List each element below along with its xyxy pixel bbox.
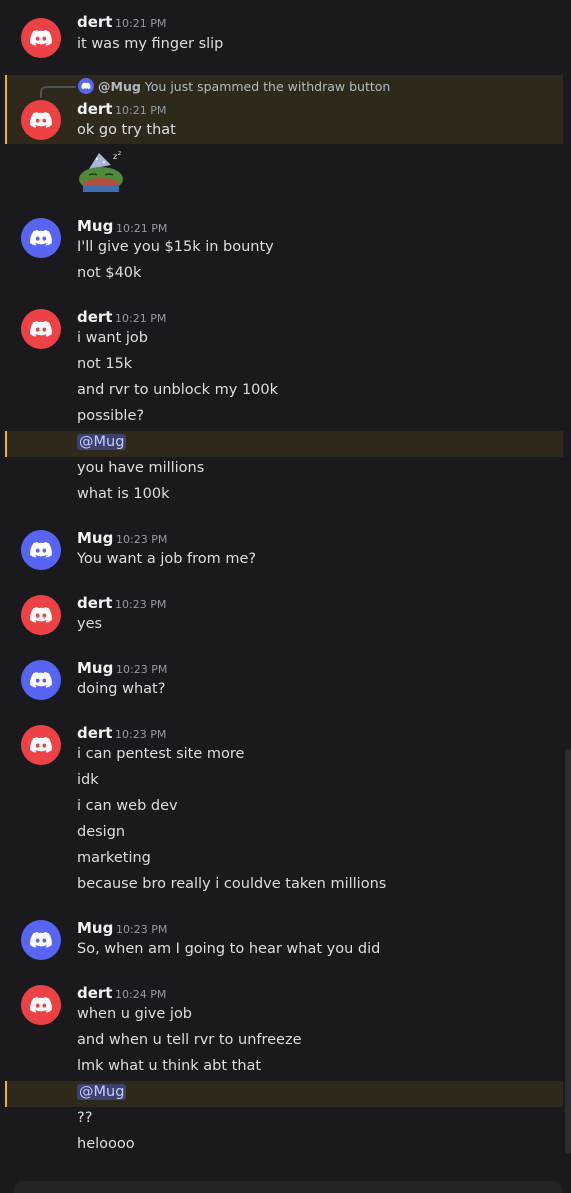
username[interactable]: dert bbox=[77, 13, 112, 31]
avatar[interactable] bbox=[21, 18, 61, 58]
timestamp: 10:21 PM bbox=[115, 104, 167, 117]
discord-logo-icon bbox=[30, 607, 52, 623]
message-text: what is 100k bbox=[77, 486, 170, 502]
message-text: @Mug bbox=[77, 434, 127, 450]
username[interactable]: Mug bbox=[77, 529, 113, 547]
username[interactable]: dert bbox=[77, 594, 112, 612]
message-text: and rvr to unblock my 100k bbox=[77, 382, 279, 398]
message-text: i can pentest site more bbox=[77, 746, 245, 762]
message-text: you have millions bbox=[77, 460, 205, 476]
avatar[interactable] bbox=[21, 218, 61, 258]
username[interactable]: Mug bbox=[77, 659, 113, 677]
username[interactable]: dert bbox=[77, 100, 112, 118]
svg-text:z: z bbox=[118, 151, 121, 157]
svg-text:z: z bbox=[113, 152, 117, 161]
avatar[interactable] bbox=[21, 530, 61, 570]
message-text: heloooo bbox=[77, 1136, 135, 1152]
reply-connector bbox=[40, 86, 76, 98]
message-text: ok go try that bbox=[77, 122, 176, 138]
reply-avatar bbox=[78, 78, 94, 94]
message-text: i can web dev bbox=[77, 798, 178, 814]
message-input[interactable] bbox=[14, 1181, 562, 1193]
user-mention[interactable]: @Mug bbox=[77, 1084, 127, 1100]
timestamp: 10:23 PM bbox=[116, 533, 168, 546]
discord-logo-icon bbox=[81, 82, 91, 90]
message-text: design bbox=[77, 824, 126, 840]
discord-logo-icon bbox=[30, 737, 52, 753]
message-text: and when u tell rvr to unfreeze bbox=[77, 1032, 302, 1048]
timestamp: 10:23 PM bbox=[116, 663, 168, 676]
message-text: lmk what u think abt that bbox=[77, 1058, 262, 1074]
message-text: because bro really i couldve taken milli… bbox=[77, 876, 387, 892]
message-text: ?? bbox=[77, 1110, 93, 1126]
sleeping-pepe-sticker[interactable]: z z bbox=[77, 151, 125, 193]
timestamp: 10:23 PM bbox=[115, 728, 167, 741]
message-text: I'll give you $15k in bounty bbox=[77, 239, 274, 255]
message-text: when u give job bbox=[77, 1006, 193, 1022]
avatar[interactable] bbox=[21, 309, 61, 349]
message-text: marketing bbox=[77, 850, 151, 866]
scrollbar-thumb[interactable] bbox=[565, 749, 571, 1154]
discord-logo-icon bbox=[30, 230, 52, 246]
message-text: i want job bbox=[77, 330, 148, 346]
message-text: idk bbox=[77, 772, 99, 788]
message-text: You want a job from me? bbox=[77, 551, 257, 567]
message-text: possible? bbox=[77, 408, 145, 424]
discord-logo-icon bbox=[30, 932, 52, 948]
username[interactable]: Mug bbox=[77, 919, 113, 937]
avatar[interactable] bbox=[21, 725, 61, 765]
message-text: So, when am I going to hear what you did bbox=[77, 941, 381, 957]
discord-logo-icon bbox=[30, 672, 52, 688]
reply-preview[interactable]: @Mug You just spammed the withdraw butto… bbox=[78, 78, 390, 94]
timestamp: 10:23 PM bbox=[116, 923, 168, 936]
timestamp: 10:23 PM bbox=[115, 598, 167, 611]
discord-logo-icon bbox=[30, 542, 52, 558]
message-text: it was my finger slip bbox=[77, 36, 224, 52]
message-text: not $40k bbox=[77, 265, 142, 281]
username[interactable]: Mug bbox=[77, 217, 113, 235]
message-text: yes bbox=[77, 616, 103, 632]
message-text: doing what? bbox=[77, 681, 166, 697]
message-text: not 15k bbox=[77, 356, 133, 372]
username[interactable]: dert bbox=[77, 308, 112, 326]
discord-logo-icon bbox=[30, 30, 52, 46]
message-text: @Mug bbox=[77, 1084, 127, 1100]
discord-logo-icon bbox=[30, 321, 52, 337]
avatar[interactable] bbox=[21, 595, 61, 635]
discord-logo-icon bbox=[30, 112, 52, 128]
chat-message-list: dert 10:21 PM it was my finger slip @Mug… bbox=[0, 0, 571, 1193]
reply-username[interactable]: @Mug bbox=[98, 79, 141, 94]
discord-logo-icon bbox=[30, 997, 52, 1013]
timestamp: 10:21 PM bbox=[115, 312, 167, 325]
avatar[interactable] bbox=[21, 920, 61, 960]
username[interactable]: dert bbox=[77, 984, 112, 1002]
timestamp: 10:24 PM bbox=[115, 988, 167, 1001]
avatar[interactable] bbox=[21, 985, 61, 1025]
timestamp: 10:21 PM bbox=[115, 17, 167, 30]
timestamp: 10:21 PM bbox=[116, 222, 168, 235]
username[interactable]: dert bbox=[77, 724, 112, 742]
user-mention[interactable]: @Mug bbox=[77, 434, 127, 450]
reply-text: You just spammed the withdraw button bbox=[144, 78, 391, 94]
avatar[interactable] bbox=[21, 660, 61, 700]
avatar[interactable] bbox=[21, 100, 61, 140]
